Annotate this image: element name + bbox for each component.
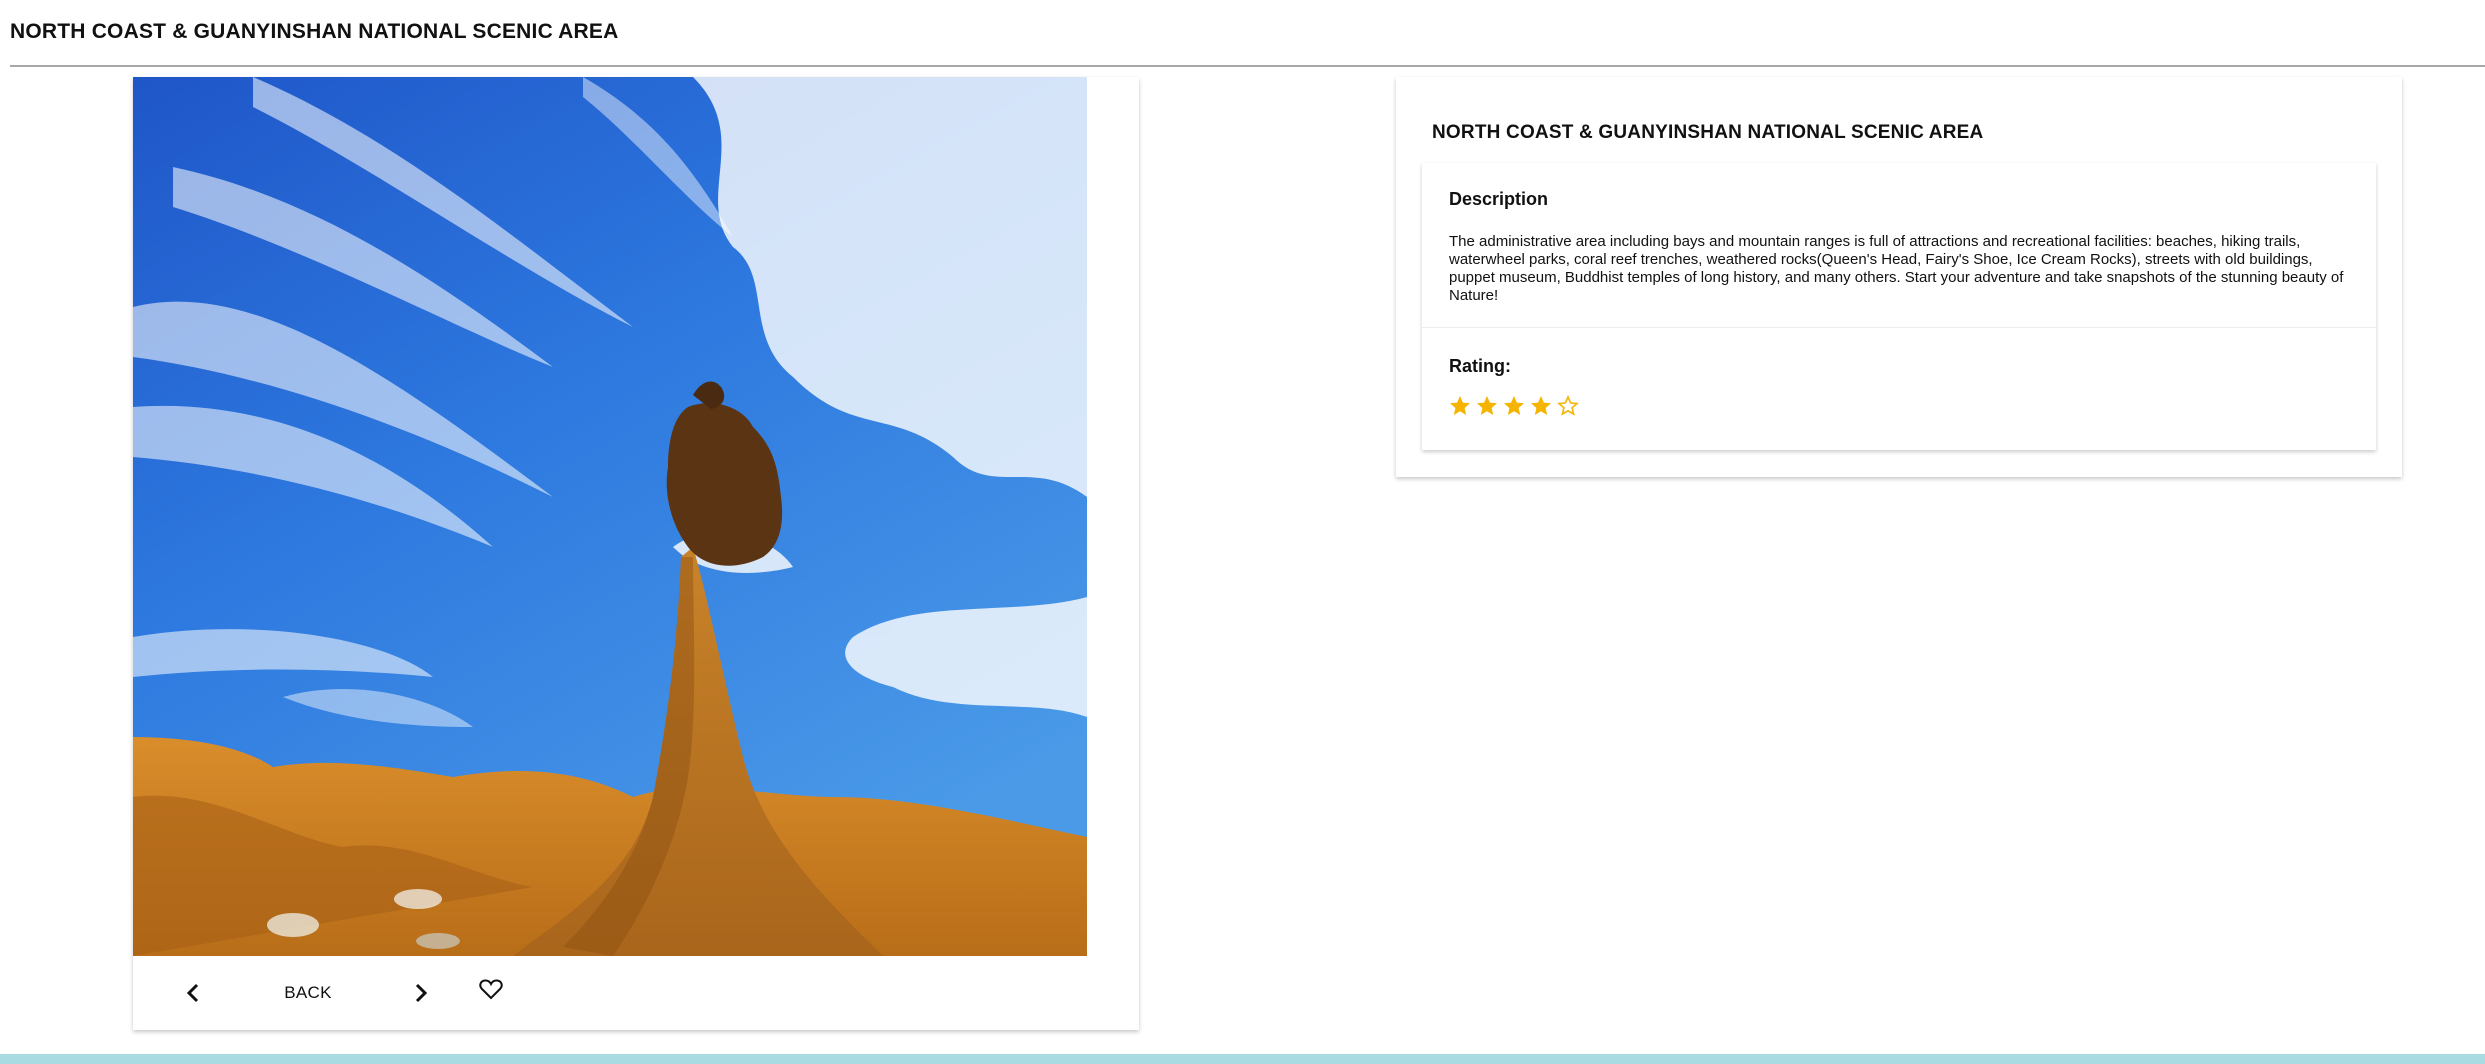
details-card: Description The administrative area incl… bbox=[1422, 163, 2376, 450]
star-filled-icon bbox=[1450, 396, 1470, 415]
chevron-right-icon bbox=[415, 983, 428, 1003]
info-card-title: NORTH COAST & GUANYINSHAN NATIONAL SCENI… bbox=[1432, 122, 1984, 143]
card-actions: BACK bbox=[133, 956, 1139, 1030]
header-divider bbox=[10, 65, 2485, 67]
rating-heading: Rating: bbox=[1449, 356, 1511, 376]
bottom-bar bbox=[0, 1054, 2485, 1064]
chevron-left-icon bbox=[186, 983, 199, 1003]
back-button[interactable]: BACK bbox=[263, 956, 353, 1030]
favorite-button[interactable] bbox=[469, 952, 513, 1026]
page-title: NORTH COAST & GUANYINSHAN NATIONAL SCENI… bbox=[10, 20, 619, 43]
description-section: Description The administrative area incl… bbox=[1422, 163, 2376, 328]
description-text: The administrative area including bays a… bbox=[1449, 233, 2344, 304]
heart-outline-icon bbox=[479, 979, 503, 1000]
rating-section: Rating: bbox=[1422, 328, 2376, 450]
previous-button[interactable] bbox=[173, 956, 213, 1030]
star-filled-icon bbox=[1531, 396, 1551, 415]
photo-card: BACK bbox=[133, 77, 1139, 1030]
star-filled-icon bbox=[1504, 396, 1524, 415]
scenic-photo bbox=[133, 77, 1087, 956]
description-heading: Description bbox=[1449, 189, 1549, 209]
star-filled-icon bbox=[1477, 396, 1497, 415]
next-button[interactable] bbox=[401, 956, 441, 1030]
rating-stars bbox=[1448, 394, 1580, 418]
star-empty-icon bbox=[1557, 395, 1579, 416]
info-card: NORTH COAST & GUANYINSHAN NATIONAL SCENI… bbox=[1396, 77, 2402, 477]
